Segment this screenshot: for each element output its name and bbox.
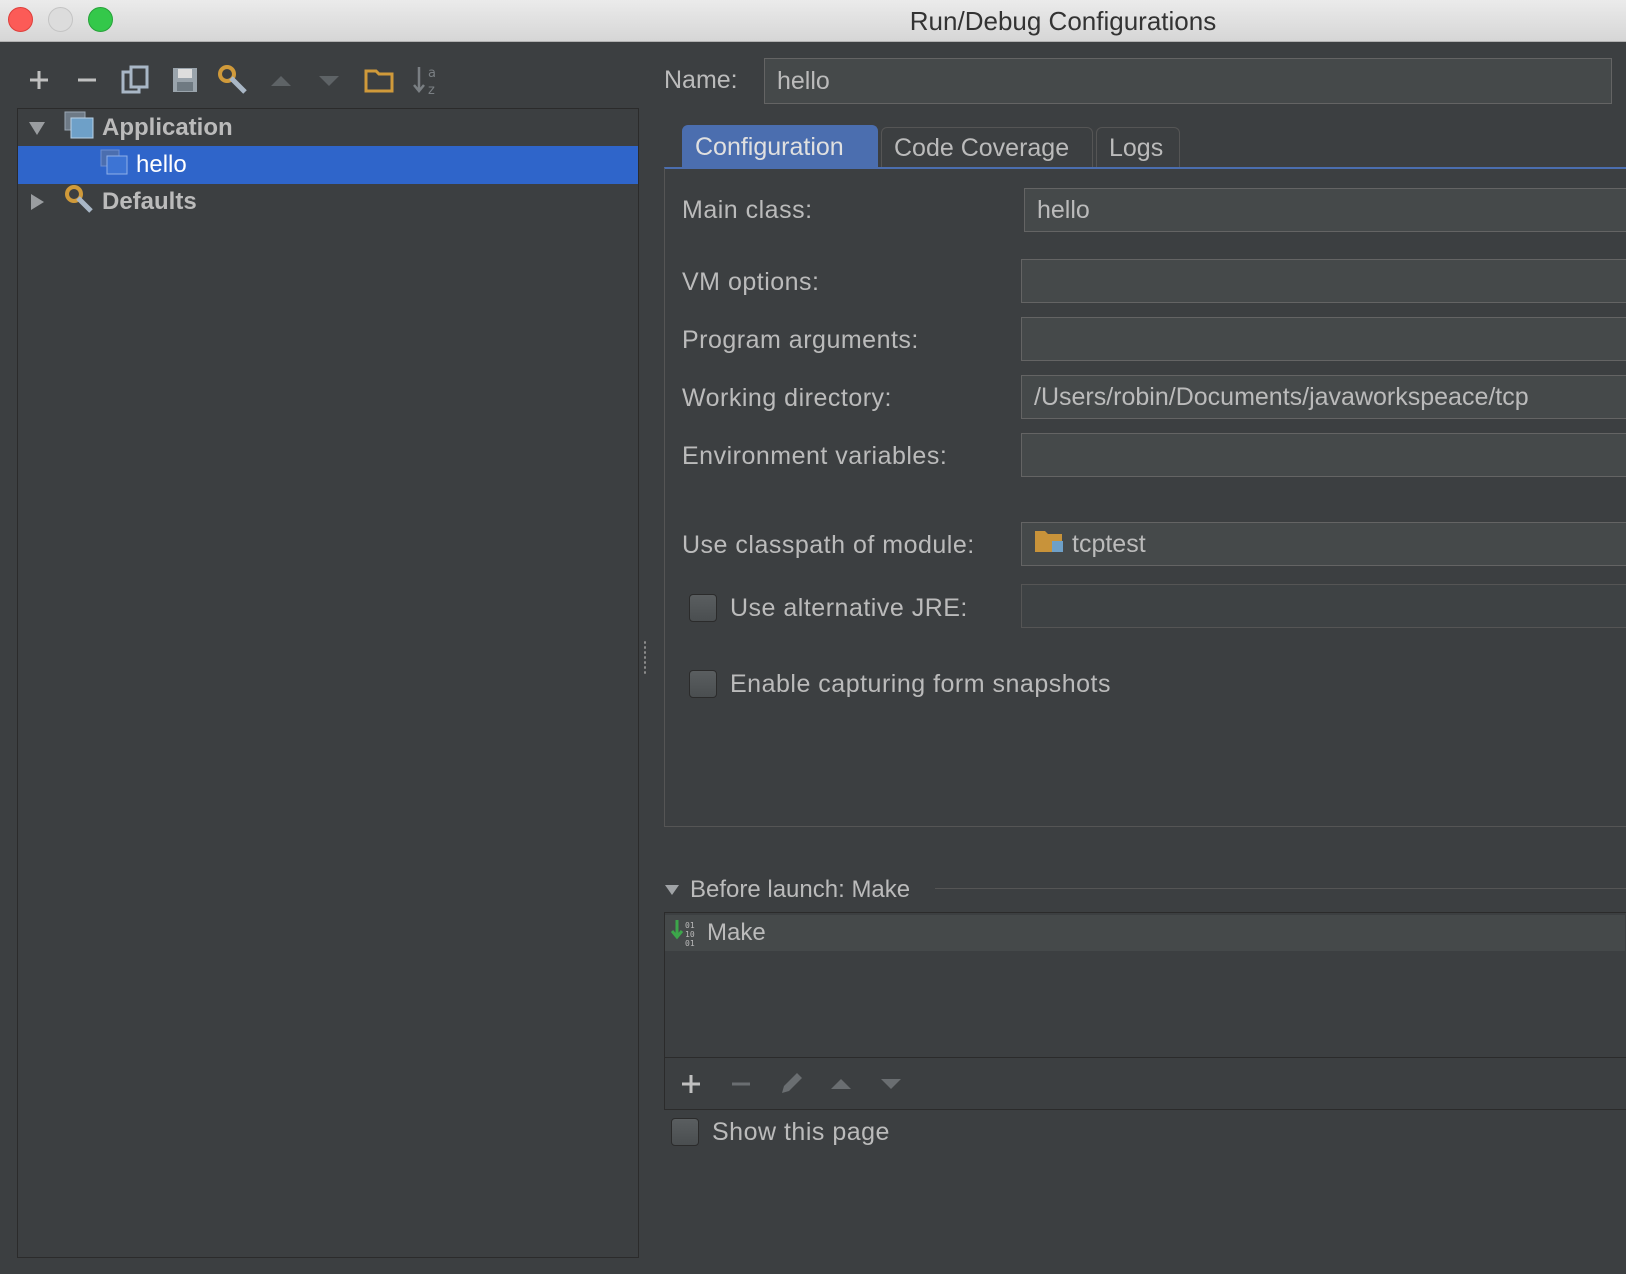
alternative-jre-label: Use alternative JRE: (730, 594, 968, 622)
main-class-input[interactable]: hello (1024, 188, 1626, 232)
svg-text:a: a (428, 66, 436, 81)
form-snapshots-checkbox[interactable] (689, 670, 717, 698)
arrow-up-icon (271, 76, 291, 86)
tree-item-label: Application (102, 114, 233, 141)
plus-icon (682, 1075, 700, 1093)
vm-options-label: VM options: (682, 268, 820, 296)
classpath-module-select[interactable]: tcptest (1021, 522, 1626, 566)
remove-task-button[interactable] (723, 1066, 759, 1102)
module-folder-icon (1034, 528, 1064, 561)
tree-item-label: hello (136, 151, 187, 178)
minus-icon (78, 78, 96, 82)
edit-defaults-button[interactable] (214, 60, 252, 100)
before-launch-list: 01 10 01 Make (664, 912, 1626, 1058)
divider (935, 888, 1626, 889)
remove-configuration-button[interactable] (68, 60, 106, 100)
minus-icon (732, 1082, 750, 1086)
name-label: Name: (664, 66, 738, 94)
svg-text:10: 10 (685, 930, 695, 939)
application-config-icon (100, 149, 128, 182)
wrench-icon (218, 65, 247, 94)
vm-options-input[interactable] (1021, 259, 1626, 303)
move-task-down-button[interactable] (873, 1066, 909, 1102)
collapse-arrow-icon (665, 885, 679, 895)
main-class-label: Main class: (682, 196, 813, 224)
title-bar: Run/Debug Configurations (0, 0, 1626, 42)
name-input[interactable]: hello (764, 58, 1612, 104)
alternative-jre-input[interactable] (1021, 584, 1626, 628)
arrow-down-icon (319, 76, 339, 86)
add-task-button[interactable] (673, 1066, 709, 1102)
environment-variables-input[interactable] (1021, 433, 1626, 477)
program-arguments-label: Program arguments: (682, 326, 919, 354)
copy-icon (121, 65, 149, 94)
plus-icon (30, 71, 48, 89)
pencil-icon (782, 1073, 802, 1093)
tree-item-hello[interactable]: hello (18, 146, 638, 184)
show-this-page-label: Show this page (712, 1118, 890, 1146)
working-directory-input[interactable]: /Users/robin/Documents/javaworkspeace/tc… (1021, 375, 1626, 419)
move-up-button[interactable] (262, 60, 300, 100)
classpath-module-value: tcptest (1072, 529, 1146, 558)
configurations-toolbar: az (20, 60, 460, 104)
save-icon (173, 68, 197, 92)
move-task-up-button[interactable] (823, 1066, 859, 1102)
copy-configuration-button[interactable] (116, 60, 154, 100)
sort-configurations-button[interactable]: az (408, 60, 446, 100)
svg-text:01: 01 (685, 939, 695, 948)
configuration-tree: Application hello Defaults (17, 108, 639, 1258)
svg-text:01: 01 (685, 921, 695, 930)
window-title: Run/Debug Configurations (909, 6, 1217, 36)
create-folder-button[interactable] (360, 60, 398, 100)
tree-item-defaults[interactable]: Defaults (18, 183, 638, 221)
before-launch-toolbar (664, 1058, 1626, 1110)
sort-alphabetical-icon: az (413, 66, 436, 97)
wrench-icon (64, 184, 94, 221)
tab-code-coverage[interactable]: Code Coverage (881, 127, 1093, 169)
move-down-button[interactable] (310, 60, 348, 100)
make-icon: 01 10 01 (671, 918, 701, 948)
tab-logs[interactable]: Logs (1096, 127, 1180, 169)
form-snapshots-label: Enable capturing form snapshots (730, 670, 1111, 698)
edit-task-button[interactable] (773, 1066, 809, 1102)
before-launch-header[interactable]: Before launch: Make (664, 875, 910, 905)
expand-arrow-icon[interactable] (26, 117, 48, 139)
tree-item-application[interactable]: Application (18, 109, 638, 147)
program-arguments-input[interactable] (1021, 317, 1626, 361)
list-item-label: Make (707, 919, 766, 946)
list-item[interactable]: 01 10 01 Make (665, 915, 1625, 951)
folder-icon (364, 69, 394, 93)
save-configuration-button[interactable] (166, 60, 204, 100)
working-directory-label: Working directory: (682, 384, 892, 412)
svg-text:z: z (428, 83, 435, 97)
arrow-down-icon (881, 1079, 901, 1089)
collapse-arrow-icon[interactable] (26, 191, 48, 213)
alternative-jre-checkbox[interactable] (689, 594, 717, 622)
environment-variables-label: Environment variables: (682, 442, 948, 470)
add-configuration-button[interactable] (20, 60, 58, 100)
application-icon (64, 111, 94, 146)
tree-item-label: Defaults (102, 188, 197, 215)
tab-configuration[interactable]: Configuration (682, 125, 878, 169)
splitter-handle[interactable] (643, 640, 647, 676)
show-this-page-checkbox[interactable] (671, 1118, 699, 1146)
arrow-up-icon (831, 1079, 851, 1089)
classpath-module-label: Use classpath of module: (682, 531, 975, 559)
